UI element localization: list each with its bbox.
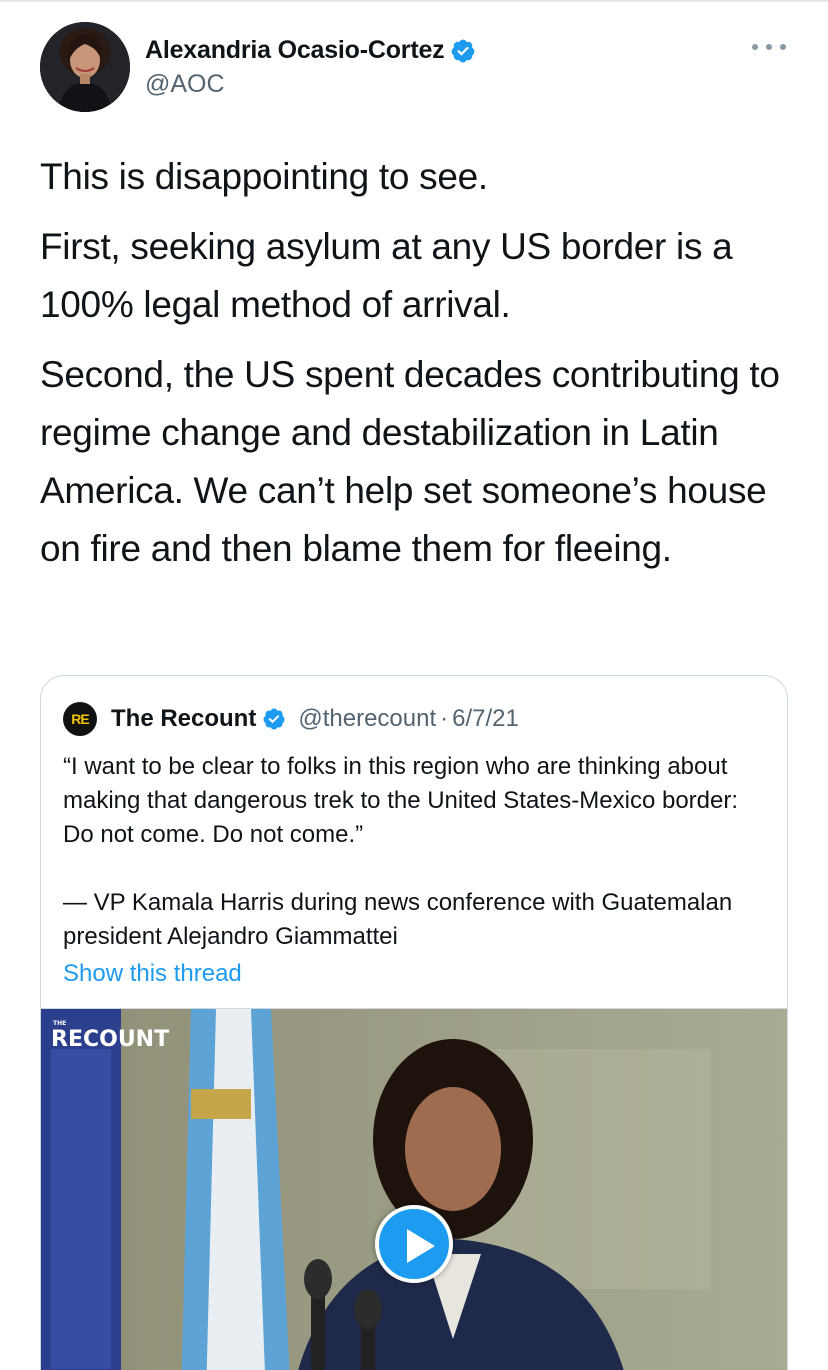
tweet-header: Alexandria Ocasio-Cortez @AOC: [40, 22, 788, 114]
quoted-handle[interactable]: @therecount: [298, 705, 436, 733]
verified-badge-icon: [452, 39, 475, 62]
separator-dot: ·: [440, 705, 449, 732]
name-row: Alexandria Ocasio-Cortez: [145, 36, 476, 65]
top-divider: [0, 0, 828, 2]
avatar[interactable]: [40, 22, 130, 112]
tweet-paragraph: Second, the US spent decades contributin…: [40, 354, 780, 569]
quoted-display-name[interactable]: The Recount: [111, 705, 256, 733]
show-thread-link[interactable]: Show this thread: [63, 960, 242, 988]
quoted-tweet-header: RE The Recount @therecount · 6/7/21: [63, 702, 519, 736]
quoted-date[interactable]: 6/7/21: [452, 705, 519, 733]
video-thumbnail[interactable]: THE RECOUNT: [41, 1008, 787, 1370]
quoted-paragraph: — VP Kamala Harris during news conferenc…: [63, 889, 733, 950]
user-handle[interactable]: @AOC: [145, 70, 225, 99]
tweet-paragraph: This is disappointing to see.: [40, 156, 488, 197]
play-icon[interactable]: [375, 1205, 453, 1283]
quoted-paragraph: “I want to be clear to folks in this reg…: [63, 753, 739, 848]
tweet-body: This is disappointing to see. First, see…: [40, 148, 800, 590]
recount-watermark: THE RECOUNT: [51, 1020, 170, 1053]
tweet-paragraph: First, seeking asylum at any US border i…: [40, 226, 733, 325]
display-name[interactable]: Alexandria Ocasio-Cortez: [145, 36, 445, 65]
quoted-avatar[interactable]: RE: [63, 702, 97, 736]
video-frame-image: [41, 1009, 787, 1370]
verified-badge-icon: [263, 708, 285, 730]
quoted-tweet-body: “I want to be clear to folks in this reg…: [63, 750, 763, 988]
quoted-tweet-card[interactable]: RE The Recount @therecount · 6/7/21 “I w…: [40, 675, 788, 1370]
more-options-icon[interactable]: [752, 40, 786, 54]
